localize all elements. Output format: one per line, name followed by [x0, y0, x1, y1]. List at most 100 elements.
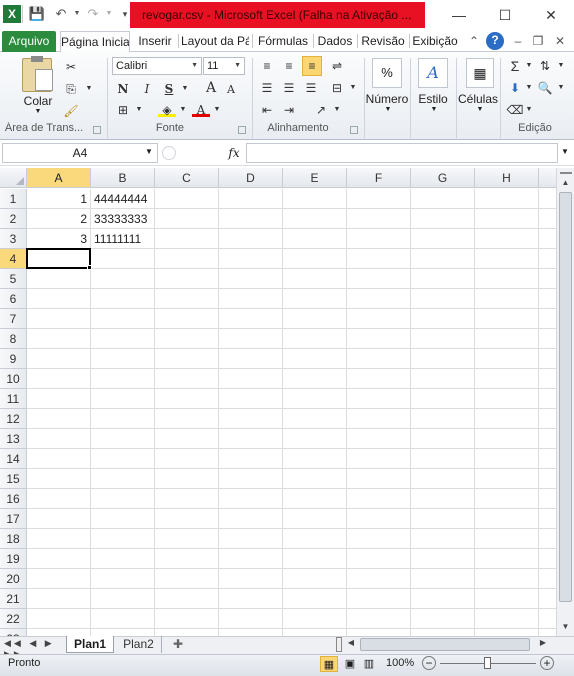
cell-e19[interactable] — [283, 549, 347, 569]
column-header-e[interactable]: E — [283, 168, 347, 188]
align-right-icon[interactable]: ☰ — [302, 79, 320, 97]
cell-h14[interactable] — [475, 449, 539, 469]
cell-d23[interactable] — [219, 629, 283, 636]
cell-partial[interactable] — [539, 569, 556, 589]
cell-b8[interactable] — [91, 329, 155, 349]
cell-g2[interactable] — [411, 209, 475, 229]
clipboard-launcher-icon[interactable] — [93, 126, 101, 134]
cell-a20[interactable] — [27, 569, 91, 589]
cell-h12[interactable] — [475, 409, 539, 429]
cell-b10[interactable] — [91, 369, 155, 389]
cell-b3[interactable]: 11111111 — [91, 229, 155, 249]
tab-formulas[interactable]: Fórmulas — [255, 31, 311, 52]
cell-e17[interactable] — [283, 509, 347, 529]
cell-a19[interactable] — [27, 549, 91, 569]
cell-b12[interactable] — [91, 409, 155, 429]
cell-c23[interactable] — [155, 629, 219, 636]
row-header[interactable]: 7 — [0, 309, 27, 329]
select-all-corner[interactable] — [0, 168, 27, 188]
cell-f9[interactable] — [347, 349, 411, 369]
zoom-in-icon[interactable]: + — [540, 656, 554, 670]
cell-f10[interactable] — [347, 369, 411, 389]
cell-d6[interactable] — [219, 289, 283, 309]
cell-h9[interactable] — [475, 349, 539, 369]
merge-dropdown-icon[interactable]: ▼ — [344, 79, 362, 97]
minimize-ribbon-icon[interactable]: ⌃ — [466, 33, 482, 49]
paste-dropdown-icon[interactable]: ▼ — [32, 108, 44, 115]
cell-h5[interactable] — [475, 269, 539, 289]
cell-d10[interactable] — [219, 369, 283, 389]
cell-d18[interactable] — [219, 529, 283, 549]
align-middle-icon[interactable]: ≡ — [280, 57, 298, 75]
cell-partial[interactable] — [539, 489, 556, 509]
cell-a15[interactable] — [27, 469, 91, 489]
cell-partial[interactable] — [539, 449, 556, 469]
cell-partial[interactable] — [539, 209, 556, 229]
row-header[interactable]: 15 — [0, 469, 27, 489]
cell-partial[interactable] — [539, 189, 556, 209]
orientation-dropdown-icon[interactable]: ▼ — [328, 101, 346, 119]
cell-d20[interactable] — [219, 569, 283, 589]
cell-g13[interactable] — [411, 429, 475, 449]
row-header[interactable]: 6 — [0, 289, 27, 309]
grow-font-button[interactable]: A — [202, 79, 220, 97]
cell-b16[interactable] — [91, 489, 155, 509]
cell-f23[interactable] — [347, 629, 411, 636]
column-header-a[interactable]: A — [27, 168, 91, 188]
cell-f18[interactable] — [347, 529, 411, 549]
cell-h21[interactable] — [475, 589, 539, 609]
column-header-b[interactable]: B — [91, 168, 155, 188]
row-header[interactable]: 3 — [0, 229, 27, 249]
paste-button[interactable]: Colar — [18, 94, 58, 108]
cell-d9[interactable] — [219, 349, 283, 369]
cell-g10[interactable] — [411, 369, 475, 389]
cell-f8[interactable] — [347, 329, 411, 349]
row-header[interactable]: 22 — [0, 609, 27, 629]
cell-partial[interactable] — [539, 349, 556, 369]
cell-e11[interactable] — [283, 389, 347, 409]
cell-d5[interactable] — [219, 269, 283, 289]
cell-g18[interactable] — [411, 529, 475, 549]
row-header[interactable]: 14 — [0, 449, 27, 469]
increase-indent-icon[interactable]: ⇥ — [280, 101, 298, 119]
cell-h6[interactable] — [475, 289, 539, 309]
row-header[interactable]: 16 — [0, 489, 27, 509]
cell-a10[interactable] — [27, 369, 91, 389]
font-launcher-icon[interactable] — [238, 126, 246, 134]
cell-partial[interactable] — [539, 289, 556, 309]
cell-h10[interactable] — [475, 369, 539, 389]
column-header-f[interactable]: F — [347, 168, 411, 188]
find-select-dropdown-icon[interactable]: ▼ — [552, 79, 570, 97]
cell-b2[interactable]: 33333333 — [91, 209, 155, 229]
workbook-minimize-icon[interactable]: – — [510, 33, 526, 49]
cell-c8[interactable] — [155, 329, 219, 349]
cell-c17[interactable] — [155, 509, 219, 529]
format-painter-icon[interactable]: 🖌 — [62, 102, 80, 120]
cell-e4[interactable] — [283, 249, 347, 269]
tab-split-handle[interactable] — [336, 637, 342, 652]
cell-c1[interactable] — [155, 189, 219, 209]
column-header-g[interactable]: G — [411, 168, 475, 188]
cell-partial[interactable] — [539, 369, 556, 389]
cell-f4[interactable] — [347, 249, 411, 269]
cell-g16[interactable] — [411, 489, 475, 509]
font-color-dropdown-icon[interactable]: ▼ — [208, 101, 226, 119]
cell-b17[interactable] — [91, 509, 155, 529]
cell-d4[interactable] — [219, 249, 283, 269]
cell-c10[interactable] — [155, 369, 219, 389]
cell-g1[interactable] — [411, 189, 475, 209]
cell-g17[interactable] — [411, 509, 475, 529]
cell-h3[interactable] — [475, 229, 539, 249]
cell-partial[interactable] — [539, 329, 556, 349]
cell-c21[interactable] — [155, 589, 219, 609]
cell-d14[interactable] — [219, 449, 283, 469]
cells-icon[interactable]: ▦ — [466, 58, 494, 88]
row-header[interactable]: 2 — [0, 209, 27, 229]
cell-h8[interactable] — [475, 329, 539, 349]
tab-review[interactable]: Revisão — [360, 31, 406, 52]
number-button[interactable]: Número — [364, 92, 410, 106]
cell-partial[interactable] — [539, 529, 556, 549]
cell-a13[interactable] — [27, 429, 91, 449]
bold-button[interactable]: N — [114, 80, 132, 98]
align-bottom-icon[interactable]: ≡ — [302, 56, 322, 76]
